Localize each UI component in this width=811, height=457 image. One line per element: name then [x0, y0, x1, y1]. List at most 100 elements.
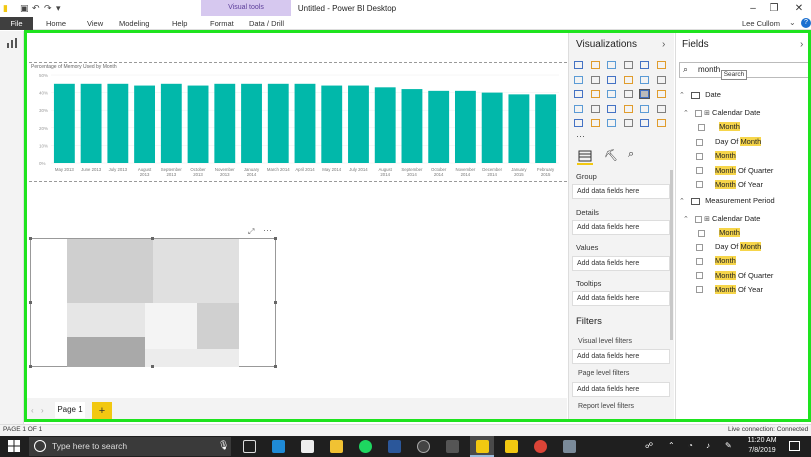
tab-format[interactable]: Format: [210, 17, 234, 30]
chart-bar[interactable]: [348, 85, 369, 163]
r-script-visual-icon[interactable]: [623, 119, 633, 127]
chart-bar[interactable]: [187, 85, 209, 163]
details-drop-zone[interactable]: Add data fields here: [572, 220, 670, 235]
chart-bar[interactable]: [321, 85, 343, 163]
field-checkbox[interactable]: [696, 181, 703, 189]
collapse-visualizations-icon[interactable]: ›: [662, 39, 665, 50]
field-checkbox[interactable]: [698, 229, 705, 237]
clustered-column-visual-icon[interactable]: [623, 61, 633, 69]
chart-bar[interactable]: [160, 83, 182, 163]
field-checkbox[interactable]: [696, 286, 703, 294]
chart-bar[interactable]: [508, 94, 530, 163]
clustered-bar-visual-icon[interactable]: [607, 61, 616, 69]
page-filters-drop-zone[interactable]: Add data fields here: [572, 382, 670, 397]
tab-data-drill[interactable]: Data / Drill: [249, 17, 284, 30]
visual-filters-drop-zone[interactable]: Add data fields here: [572, 349, 670, 364]
pen-icon[interactable]: ✎: [725, 441, 732, 450]
undo-icon[interactable]: ↶: [32, 3, 40, 14]
arcgis-visual-icon[interactable]: [656, 119, 666, 127]
line-visual-icon[interactable]: [574, 75, 583, 84]
field-row[interactable]: Month Of Quarter: [696, 270, 773, 282]
format-paintbrush-icon[interactable]: ⛏: [604, 149, 618, 162]
browser-icon[interactable]: [417, 440, 430, 453]
remote-desktop-icon[interactable]: [446, 440, 459, 453]
file-explorer-icon[interactable]: [330, 440, 343, 453]
quick-access-dropdown-icon[interactable]: ▾: [56, 3, 61, 14]
waterfall-visual-icon[interactable]: [574, 90, 583, 98]
matrix-visual-icon[interactable]: [607, 119, 616, 127]
task-view-icon[interactable]: [243, 440, 256, 453]
resize-handle[interactable]: [29, 237, 32, 240]
chart-bar[interactable]: [267, 83, 289, 163]
resize-handle[interactable]: [151, 237, 154, 240]
chart-bar[interactable]: [294, 83, 316, 163]
stacked-area-visual-icon[interactable]: [607, 75, 616, 84]
chart-bar[interactable]: [481, 92, 503, 163]
add-page-button[interactable]: +: [92, 402, 112, 420]
100-column-visual-icon[interactable]: [656, 61, 666, 69]
mail-icon[interactable]: [301, 440, 314, 453]
chart-bar[interactable]: [535, 94, 557, 163]
map-visual-icon[interactable]: [656, 90, 666, 98]
network-icon[interactable]: ◔: [688, 441, 693, 450]
column-chart-visual[interactable]: 50% 40% 30% 20% 10% 0% May 2013 June 2013 July 2…: [29, 62, 567, 182]
donut-visual-icon[interactable]: [623, 90, 633, 98]
focus-mode-icon[interactable]: ⤢: [248, 227, 254, 237]
taskbar-search-placeholder[interactable]: Type here to search: [52, 441, 127, 451]
fields-well-icon[interactable]: [578, 150, 592, 162]
tab-view[interactable]: View: [87, 17, 103, 30]
scatter-visual-icon[interactable]: [590, 90, 600, 98]
chart-bar[interactable]: [214, 83, 236, 163]
field-checkbox[interactable]: [696, 138, 703, 146]
field-row[interactable]: Month Of Year: [696, 179, 763, 191]
line-column-visual-icon[interactable]: [623, 75, 633, 84]
field-checkbox[interactable]: [694, 215, 702, 223]
collapse-caret-icon[interactable]: ⌃: [679, 198, 685, 205]
slicer-visual-icon[interactable]: [574, 119, 583, 127]
close-button[interactable]: ✕: [791, 2, 807, 16]
tray-chevron-icon[interactable]: ⌃: [668, 441, 675, 450]
field-row[interactable]: Month Of Quarter: [696, 165, 773, 177]
field-checkbox[interactable]: [696, 167, 703, 175]
tab-help[interactable]: Help: [172, 17, 187, 30]
field-row[interactable]: Month Of Year: [696, 284, 763, 296]
people-icon[interactable]: ☍: [645, 441, 653, 450]
chart-bar[interactable]: [428, 90, 450, 163]
python-visual-icon[interactable]: [640, 119, 649, 127]
report-view-icon[interactable]: [6, 38, 18, 48]
resize-handle[interactable]: [29, 365, 32, 368]
powerbi-alt-icon[interactable]: [505, 440, 518, 453]
word-icon[interactable]: [388, 440, 401, 453]
area-visual-icon[interactable]: [590, 75, 600, 84]
tab-file[interactable]: File: [0, 17, 33, 30]
tab-modeling[interactable]: Modeling: [119, 17, 149, 30]
hierarchy-level-row[interactable]: Month: [698, 121, 740, 133]
chart-bar[interactable]: [241, 83, 262, 163]
app-icon[interactable]: [563, 440, 576, 453]
chart-bar[interactable]: [454, 90, 476, 163]
treemap-visual-icon[interactable]: [639, 89, 650, 99]
chart-bar[interactable]: [134, 85, 156, 163]
hierarchy-row[interactable]: ⌃ ⊞ Calendar Date: [683, 107, 760, 119]
save-icon[interactable]: ▣: [20, 3, 29, 14]
page-next-icon[interactable]: ›: [41, 406, 44, 415]
table-row[interactable]: ⌃ Date: [679, 89, 721, 101]
hierarchy-row[interactable]: ⌃ ⊞ Calendar Date: [683, 213, 760, 225]
field-row[interactable]: Day Of Month: [696, 241, 762, 253]
signed-in-user[interactable]: Lee Cullom: [742, 17, 780, 30]
collapse-caret-icon[interactable]: ⌃: [683, 216, 689, 223]
clock-time[interactable]: 11:20 AM: [745, 437, 779, 444]
card-visual-icon[interactable]: [623, 104, 633, 113]
line-column-2-visual-icon[interactable]: [640, 75, 649, 84]
stacked-column-visual-icon[interactable]: [590, 61, 600, 69]
field-row[interactable]: Day Of Month: [696, 136, 762, 148]
windows-start-icon[interactable]: [8, 440, 20, 452]
collapse-caret-icon[interactable]: ⌃: [683, 110, 689, 117]
ribbon-visual-icon[interactable]: [656, 75, 666, 84]
filled-map-visual-icon[interactable]: [574, 104, 583, 113]
resize-handle[interactable]: [274, 301, 277, 304]
chart-bar[interactable]: [374, 87, 396, 163]
resize-handle[interactable]: [151, 365, 154, 368]
analytics-icon[interactable]: ⌕: [628, 148, 634, 161]
field-row[interactable]: Month: [696, 150, 736, 162]
